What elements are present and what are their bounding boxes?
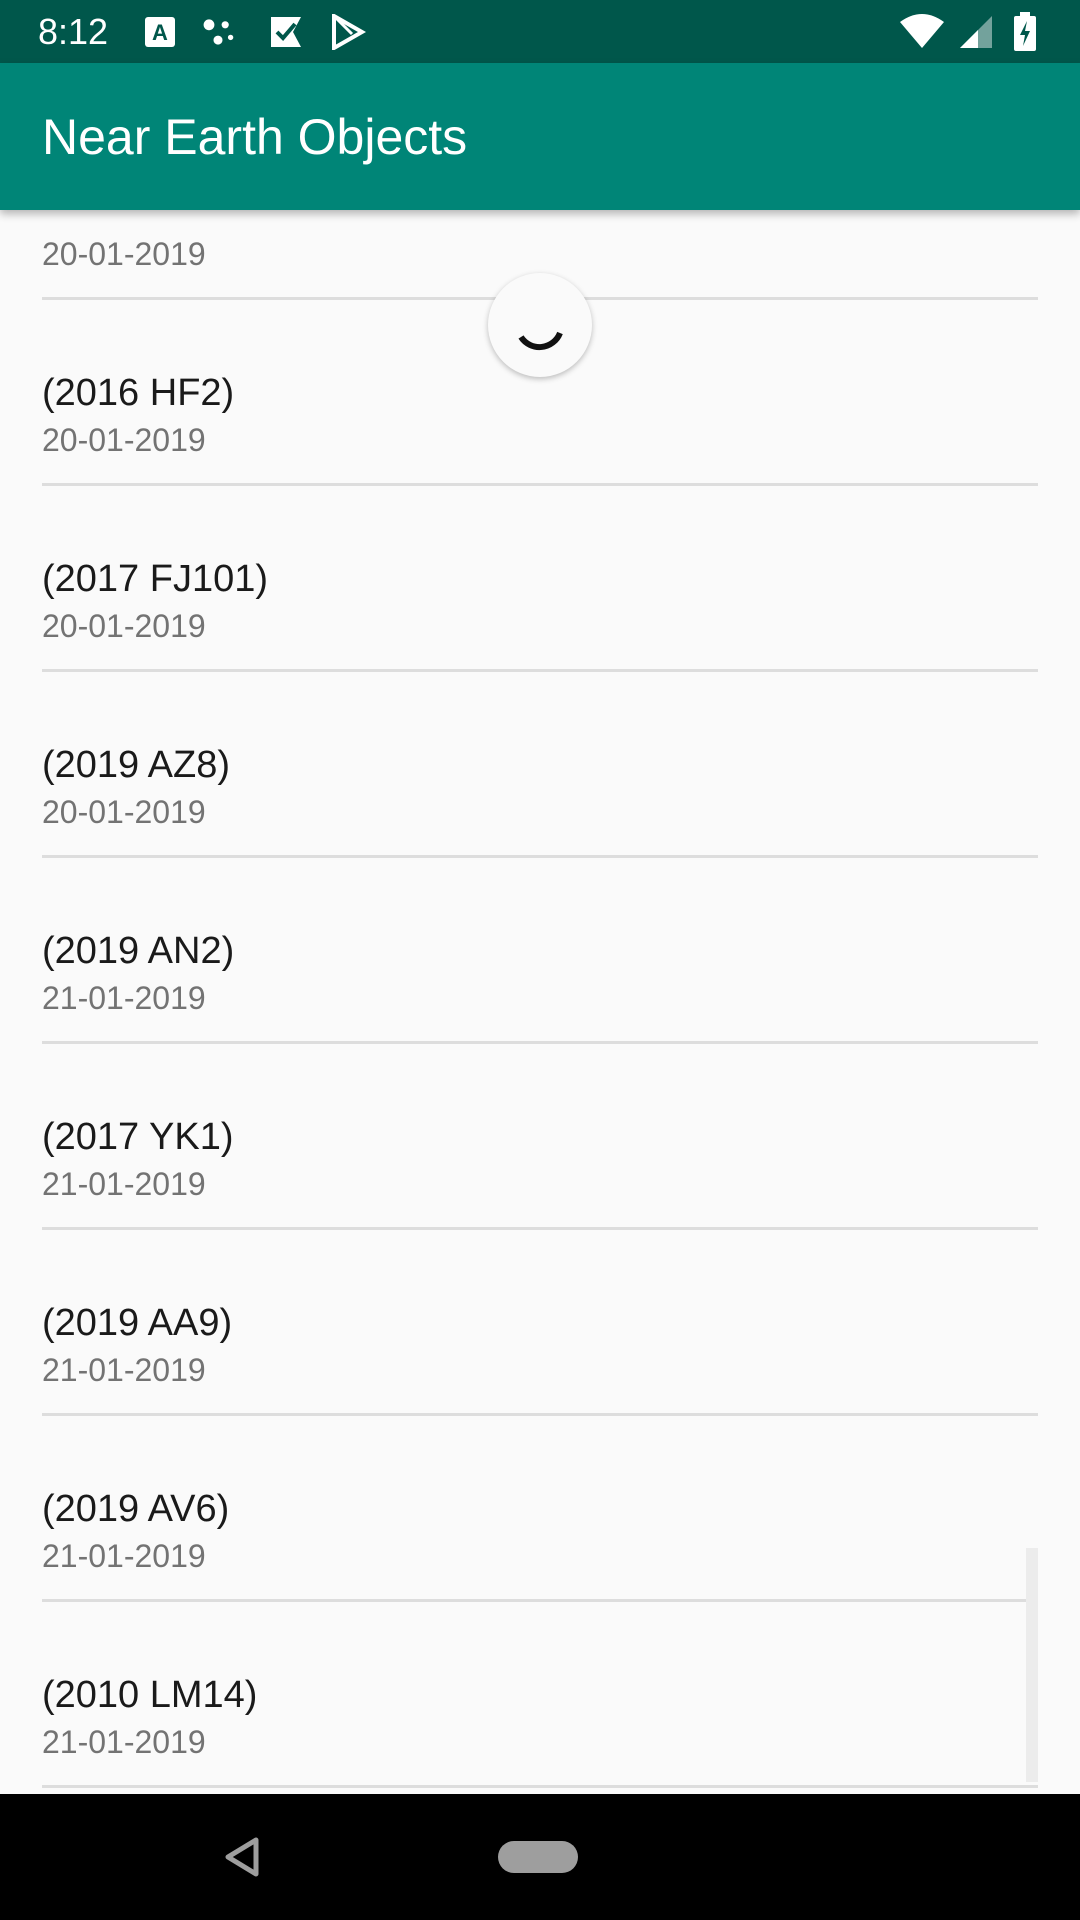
list-item-date: 21-01-2019	[42, 1166, 206, 1202]
navigation-bar	[0, 1794, 1080, 1920]
list-item-date: 20-01-2019	[42, 608, 206, 644]
check-flag-icon	[271, 17, 301, 47]
list-item-date: 21-01-2019	[42, 1352, 206, 1388]
refresh-spinner	[488, 273, 592, 377]
list-item-name: (2010 LM14)	[42, 1674, 258, 1716]
home-pill-icon[interactable]	[498, 1841, 578, 1873]
accessibility-a-icon: A	[145, 17, 175, 47]
list-item[interactable]: (2019 AV6) 21-01-2019	[0, 1416, 1080, 1602]
page-title: Near Earth Objects	[42, 109, 468, 165]
list-item-date: 21-01-2019	[42, 980, 206, 1016]
list-item-name: (2019 AN2)	[42, 930, 235, 972]
dots-icon	[203, 19, 234, 45]
play-store-icon	[332, 14, 366, 50]
list-item-date: 20-01-2019	[42, 794, 206, 830]
list-item-name: (2016 HF2)	[42, 372, 235, 414]
list-item-date: 20-01-2019	[42, 236, 206, 272]
neo-list-container[interactable]: 20-01-2019 (2016 HF2) 20-01-2019 (2017 F…	[0, 210, 1080, 1794]
scrollbar[interactable]	[1026, 1548, 1038, 1782]
neo-list[interactable]: 20-01-2019 (2016 HF2) 20-01-2019 (2017 F…	[0, 210, 1080, 1788]
list-item[interactable]: (2019 AA9) 21-01-2019	[0, 1230, 1080, 1416]
list-item[interactable]: (2017 FJ101) 20-01-2019	[0, 486, 1080, 672]
list-item-name: (2019 AV6)	[42, 1488, 230, 1530]
list-item[interactable]: (2019 AZ8) 20-01-2019	[0, 672, 1080, 858]
list-item-name: (2017 YK1)	[42, 1116, 234, 1158]
list-item[interactable]: (2017 YK1) 21-01-2019	[0, 1044, 1080, 1230]
divider	[42, 1785, 1038, 1788]
battery-charging-icon	[1014, 12, 1036, 51]
list-item[interactable]: (2019 AN2) 21-01-2019	[0, 858, 1080, 1044]
loading-spinner-icon	[518, 331, 563, 351]
app-bar: Near Earth Objects	[0, 63, 1080, 210]
signal-icon	[960, 16, 992, 48]
back-icon[interactable]	[222, 1836, 262, 1878]
svg-text:A: A	[152, 20, 168, 45]
list-item-date: 20-01-2019	[42, 422, 206, 458]
list-item-name: (2019 AZ8)	[42, 744, 230, 786]
list-item-name: (2019 AA9)	[42, 1302, 233, 1344]
list-item-name: (2017 FJ101)	[42, 558, 269, 600]
wifi-icon	[900, 14, 944, 48]
status-bar: 8:12 A	[0, 0, 1080, 63]
list-item-date: 21-01-2019	[42, 1724, 206, 1760]
list-item-date: 21-01-2019	[42, 1538, 206, 1574]
list-item[interactable]: (2010 LM14) 21-01-2019	[0, 1602, 1080, 1788]
status-time: 8:12	[38, 11, 109, 52]
